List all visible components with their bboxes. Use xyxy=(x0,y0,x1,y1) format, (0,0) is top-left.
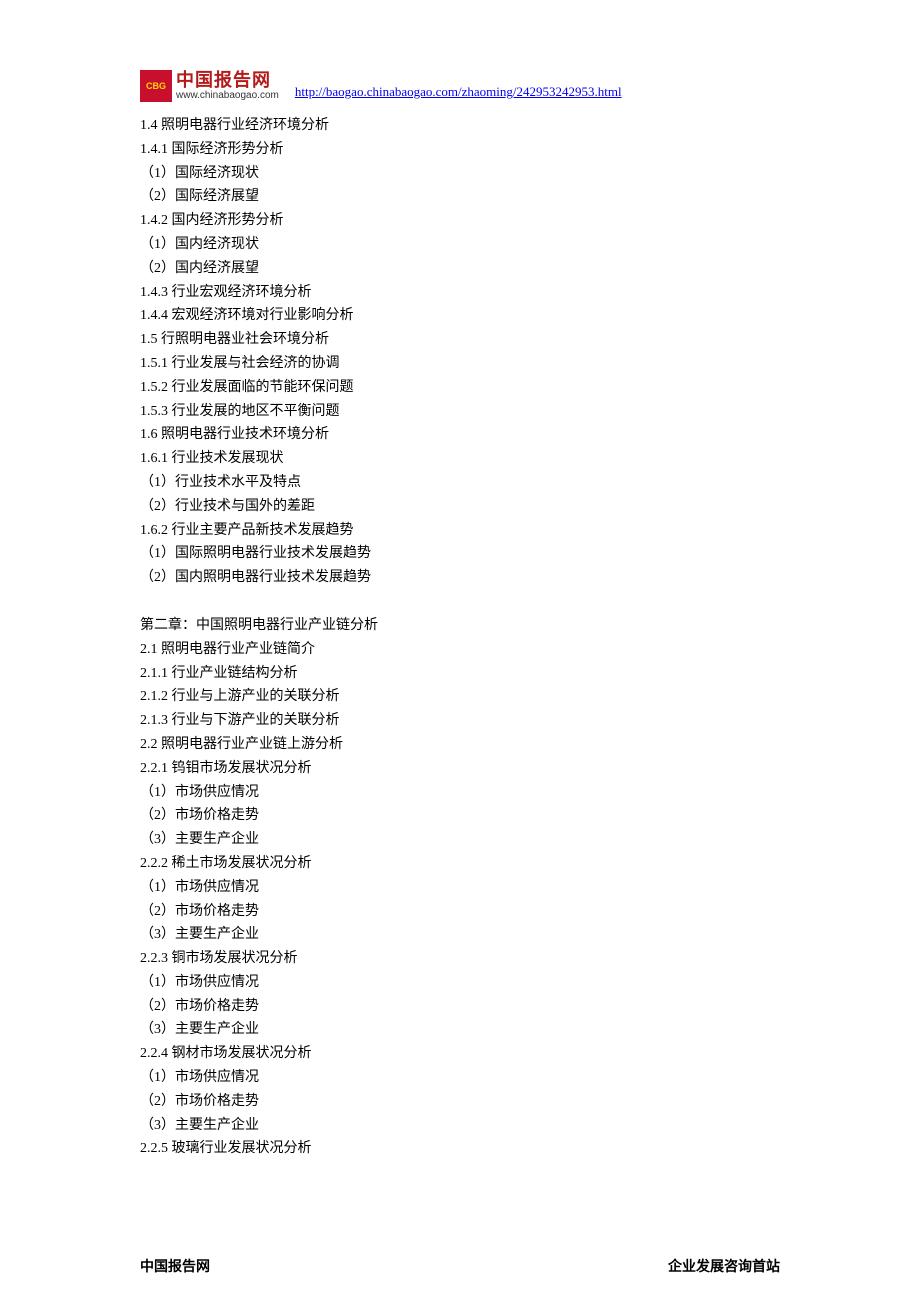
toc-item: 2.2.4 钢材市场发展状况分析 xyxy=(140,1042,780,1066)
logo-icon: CBG xyxy=(140,70,172,102)
toc-item: 1.4.2 国内经济形势分析 xyxy=(140,209,780,233)
toc-item: （1）国内经济现状 xyxy=(140,233,780,257)
page-header: CBG 中国报告网 www.chinabaogao.com http://bao… xyxy=(140,70,780,102)
document-page: CBG 中国报告网 www.chinabaogao.com http://bao… xyxy=(0,0,920,1302)
toc-item: （1）市场供应情况 xyxy=(140,781,780,805)
toc-item: （3）主要生产企业 xyxy=(140,1114,780,1138)
toc-item: 1.5.2 行业发展面临的节能环保问题 xyxy=(140,376,780,400)
toc-item: 1.6.2 行业主要产品新技术发展趋势 xyxy=(140,519,780,543)
toc-item: 1.5.3 行业发展的地区不平衡问题 xyxy=(140,400,780,424)
toc-item: （2）市场价格走势 xyxy=(140,1090,780,1114)
toc-item: 2.2.3 铜市场发展状况分析 xyxy=(140,947,780,971)
toc-item: 1.5 行照明电器业社会环境分析 xyxy=(140,328,780,352)
toc-item: （2）国内照明电器行业技术发展趋势 xyxy=(140,566,780,590)
toc-item: （1）国际经济现状 xyxy=(140,162,780,186)
toc-item: （2）行业技术与国外的差距 xyxy=(140,495,780,519)
source-url-link[interactable]: http://baogao.chinabaogao.com/zhaoming/2… xyxy=(295,84,622,102)
footer-left: 中国报告网 xyxy=(140,1256,210,1276)
toc-item: （2）国际经济展望 xyxy=(140,185,780,209)
toc-item: 1.4.3 行业宏观经济环境分析 xyxy=(140,281,780,305)
toc-item: （2）市场价格走势 xyxy=(140,804,780,828)
toc-item: （3）主要生产企业 xyxy=(140,923,780,947)
toc-item: 1.4.1 国际经济形势分析 xyxy=(140,138,780,162)
toc-item: （2）市场价格走势 xyxy=(140,900,780,924)
toc-item: （1）行业技术水平及特点 xyxy=(140,471,780,495)
toc-item: （1）市场供应情况 xyxy=(140,971,780,995)
toc-item: 2.1.1 行业产业链结构分析 xyxy=(140,662,780,686)
toc-item: （1）国际照明电器行业技术发展趋势 xyxy=(140,542,780,566)
toc-item: 2.2 照明电器行业产业链上游分析 xyxy=(140,733,780,757)
toc-item: （3）主要生产企业 xyxy=(140,828,780,852)
logo-english: www.chinabaogao.com xyxy=(176,90,279,101)
toc-item: 2.1.2 行业与上游产业的关联分析 xyxy=(140,685,780,709)
footer-right: 企业发展咨询首站 xyxy=(668,1256,780,1276)
toc-item: （3）主要生产企业 xyxy=(140,1018,780,1042)
toc-item: （2）国内经济展望 xyxy=(140,257,780,281)
logo-chinese: 中国报告网 xyxy=(176,71,279,91)
toc-item: （1）市场供应情况 xyxy=(140,876,780,900)
toc-item: 2.2.1 钨钼市场发展状况分析 xyxy=(140,757,780,781)
toc-item: 第二章：中国照明电器行业产业链分析 xyxy=(140,614,780,638)
toc-item: 2.1.3 行业与下游产业的关联分析 xyxy=(140,709,780,733)
toc-item: （2）市场价格走势 xyxy=(140,995,780,1019)
toc-item: 1.6.1 行业技术发展现状 xyxy=(140,447,780,471)
logo-block: CBG 中国报告网 www.chinabaogao.com xyxy=(140,70,279,102)
logo-text: 中国报告网 www.chinabaogao.com xyxy=(176,71,279,102)
toc-item: （1）市场供应情况 xyxy=(140,1066,780,1090)
toc-item: 2.2.5 玻璃行业发展状况分析 xyxy=(140,1137,780,1161)
blank-line xyxy=(140,590,780,614)
table-of-contents: 1.4 照明电器行业经济环境分析 1.4.1 国际经济形势分析 （1）国际经济现… xyxy=(140,114,780,1161)
toc-item: 1.5.1 行业发展与社会经济的协调 xyxy=(140,352,780,376)
toc-item: 2.1 照明电器行业产业链简介 xyxy=(140,638,780,662)
toc-item: 1.4.4 宏观经济环境对行业影响分析 xyxy=(140,304,780,328)
toc-item: 1.4 照明电器行业经济环境分析 xyxy=(140,114,780,138)
toc-item: 1.6 照明电器行业技术环境分析 xyxy=(140,423,780,447)
toc-item: 2.2.2 稀土市场发展状况分析 xyxy=(140,852,780,876)
page-footer: 中国报告网 企业发展咨询首站 xyxy=(140,1256,780,1276)
